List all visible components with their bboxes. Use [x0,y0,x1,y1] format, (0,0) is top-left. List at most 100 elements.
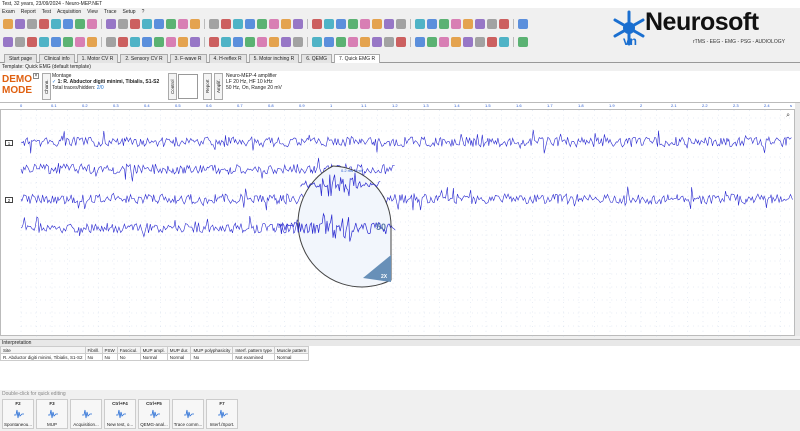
table-cell[interactable]: Normal [139,353,168,361]
toolbar-icon[interactable] [142,18,152,29]
fkey-button-3[interactable]: Ctrl+F4 New test, o... [104,399,136,429]
menu-item-5[interactable]: Trace [104,8,117,16]
menu-item-2[interactable]: Test [42,8,51,16]
toolbar-icon[interactable] [348,18,358,29]
toolbar-icon[interactable] [15,18,25,29]
toolbar-icon[interactable] [257,18,267,29]
toolbar-icon[interactable] [415,18,425,29]
toolbar-icon[interactable] [27,18,37,29]
toolbar-icon[interactable] [360,36,370,47]
menu-item-0[interactable]: Exam [2,8,15,16]
toolbar-icon[interactable] [499,18,509,29]
toolbar-icon[interactable] [451,18,461,29]
toolbar-icon[interactable] [396,36,406,47]
toolbar-icon[interactable] [106,18,116,29]
toolbar-icon[interactable] [154,18,164,29]
toolbar-icon[interactable] [15,36,25,47]
toolbar-icon[interactable] [245,18,255,29]
toolbar-icon[interactable] [324,18,334,29]
menu-item-7[interactable]: ? [142,8,145,16]
toolbar-icon[interactable] [415,36,425,47]
toolbar-icon[interactable] [142,36,152,47]
tab-4[interactable]: 3. F-wave R [169,54,207,63]
toolbar-icon[interactable] [3,36,13,47]
toolbar-icon[interactable] [312,36,322,47]
fkey-button-4[interactable]: Ctrl+F5 QEMG-anal... [138,399,170,429]
tab-8[interactable]: 7. Quick EMG R [334,54,381,63]
toolbar-icon[interactable] [106,36,116,47]
menu-item-4[interactable]: View [87,8,98,16]
fkey-button-2[interactable]: Acquisition... [70,399,102,429]
toolbar-icon[interactable] [87,18,97,29]
toolbar-icon[interactable] [51,36,61,47]
tab-1[interactable]: Clinical info [39,54,75,63]
toolbar-icon[interactable] [233,36,243,47]
toolbar-icon[interactable] [487,18,497,29]
toolbar-icon[interactable] [63,36,73,47]
toolbar-icon[interactable] [27,36,37,47]
toolbar-icon[interactable] [130,36,140,47]
toolbar-icon[interactable] [384,36,394,47]
toolbar-icon[interactable] [209,36,219,47]
toolbar-icon[interactable] [87,36,97,47]
tab-control[interactable]: Control [168,73,177,100]
toolbar-icon[interactable] [233,18,243,29]
toolbar-icon[interactable] [221,18,231,29]
toolbar-icon[interactable] [209,18,219,29]
table-cell[interactable]: R. Abductor digiti minimi, Tibialis, S1-… [0,353,86,361]
table-cell[interactable]: Normal [166,353,192,361]
fkey-button-0[interactable]: F2 Spontaneou... [2,399,34,429]
close-icon[interactable]: × [33,73,39,79]
toolbar-icon[interactable] [166,18,176,29]
toolbar-icon[interactable] [39,18,49,29]
toolbar-icon[interactable] [130,18,140,29]
emg-plot[interactable]: 0.2 ms 1 mV 50 2X 1 2 ⌕ [0,109,796,337]
toolbar-icon[interactable] [499,36,509,47]
toolbar-icon[interactable] [63,18,73,29]
toolbar-icon[interactable] [312,18,322,29]
toolbar-icon[interactable] [190,36,200,47]
toolbar-icon[interactable] [336,18,346,29]
toolbar-icon[interactable] [154,36,164,47]
menu-item-3[interactable]: Acquisition [57,8,81,16]
toolbar-icon[interactable] [118,18,128,29]
toolbar-icon[interactable] [178,18,188,29]
toolbar-icon[interactable] [475,36,485,47]
tab-2[interactable]: 1. Motor CV R [76,54,119,63]
toolbar-icon[interactable] [324,36,334,47]
toolbar-icon[interactable] [463,18,473,29]
toolbar-icon[interactable] [118,36,128,47]
toolbar-icon[interactable] [281,18,291,29]
tab-3[interactable]: 2. Sensory CV R [120,54,168,63]
toolbar-icon[interactable] [281,36,291,47]
toolbar-icon[interactable] [427,36,437,47]
fkey-button-6[interactable]: F7 Interf./Sport. [206,399,238,429]
toolbar-icon[interactable] [269,18,279,29]
tab-channels[interactable]: Chann. [42,73,51,100]
toolbar-icon[interactable] [451,36,461,47]
toolbar-icon[interactable] [518,36,528,47]
toolbar-icon[interactable] [384,18,394,29]
toolbar-icon[interactable] [293,18,303,29]
toolbar-icon[interactable] [221,36,231,47]
toolbar-icon[interactable] [475,18,485,29]
toolbar-icon[interactable] [293,36,303,47]
toolbar-icon[interactable] [372,18,382,29]
tab-report[interactable]: Report [203,73,212,100]
tab-0[interactable]: Start page [4,54,38,63]
toolbar-icon[interactable] [269,36,279,47]
tab-7[interactable]: 6. QEMG [301,54,333,63]
toolbar-icon[interactable] [245,36,255,47]
toolbar-icon[interactable] [439,36,449,47]
toolbar-icon[interactable] [439,18,449,29]
toolbar-icon[interactable] [257,36,267,47]
toolbar-icon[interactable] [396,18,406,29]
toolbar-icon[interactable] [3,18,13,29]
magnifier-icon[interactable]: ⌕ [786,112,790,120]
toolbar-icon[interactable] [336,36,346,47]
toolbar-icon[interactable] [75,18,85,29]
table-cell[interactable]: No [116,353,141,361]
table-cell[interactable]: No [84,353,103,361]
table-cell[interactable]: No [190,353,234,361]
table-cell[interactable]: Not examined [232,353,275,361]
